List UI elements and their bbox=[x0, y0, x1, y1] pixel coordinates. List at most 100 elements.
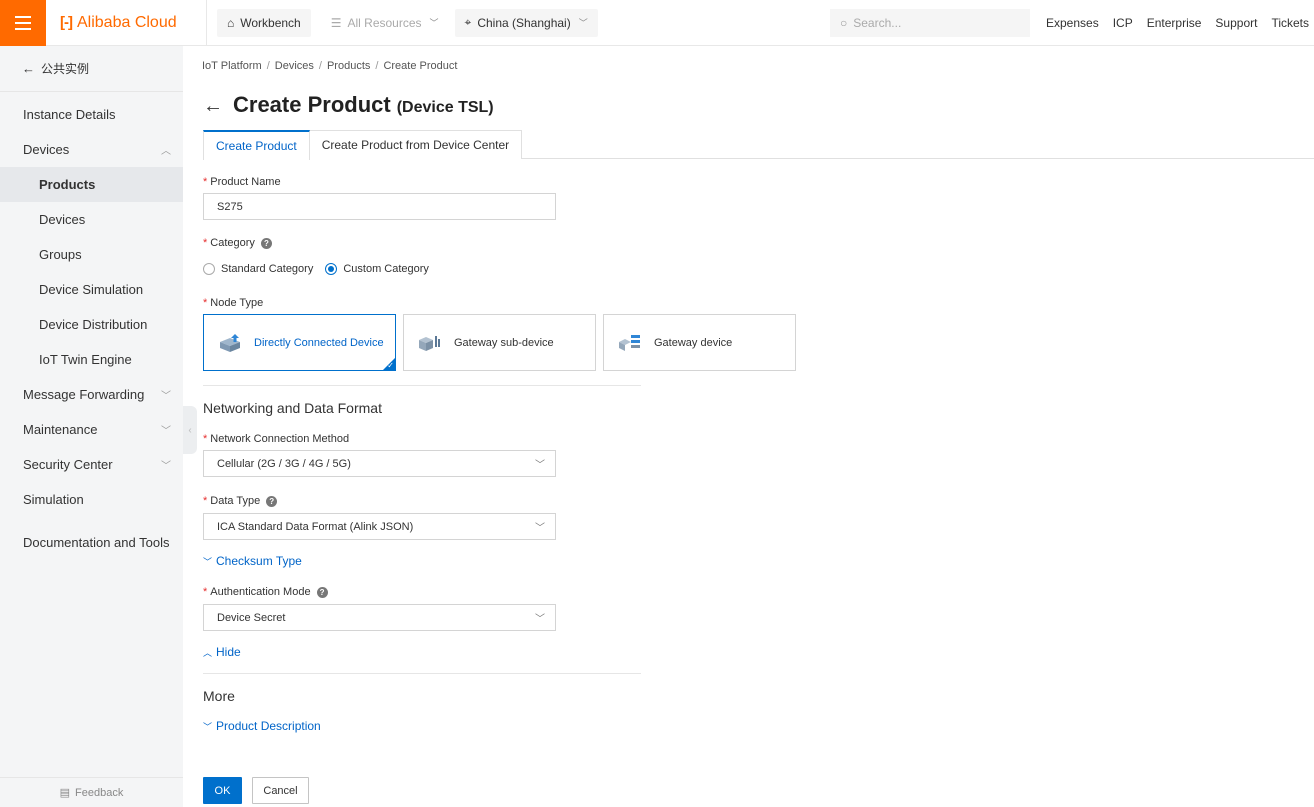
tab-create-product[interactable]: Create Product bbox=[203, 130, 310, 160]
help-icon[interactable]: ? bbox=[260, 237, 272, 249]
workbench-button[interactable]: ⌂ Workbench bbox=[217, 8, 311, 37]
sidebar-item-devices-group[interactable]: Devices ︿ bbox=[0, 132, 183, 167]
location-pin-icon: ⌖ bbox=[464, 15, 472, 29]
sidebar-item-label: Documentation and Tools bbox=[23, 535, 170, 550]
chevron-down-icon: ﹀ bbox=[535, 614, 545, 625]
data-type-label: * Data Type ? bbox=[203, 495, 278, 507]
tab-create-from-device-center[interactable]: Create Product from Device Center bbox=[308, 130, 523, 159]
sidebar-item-label: IoT Twin Engine bbox=[39, 352, 132, 367]
product-name-label: * Product Name bbox=[203, 176, 281, 188]
sidebar-item-device-distribution[interactable]: Device Distribution bbox=[0, 307, 183, 342]
back-arrow-icon[interactable]: ← bbox=[203, 95, 223, 118]
workbench-label: Workbench bbox=[240, 15, 301, 30]
more-section-title: More bbox=[203, 688, 235, 704]
all-resources-label: All Resources bbox=[347, 15, 422, 30]
sidebar-item-label: Device Distribution bbox=[39, 317, 148, 332]
sidebar-item-device-simulation[interactable]: Device Simulation bbox=[0, 272, 183, 307]
global-search-input[interactable]: ○ Search... bbox=[830, 9, 1030, 37]
node-card-direct-device[interactable]: Directly Connected Device ✓ bbox=[203, 314, 396, 371]
region-selector[interactable]: ⌖ China (Shanghai) ﹀ bbox=[454, 8, 598, 37]
breadcrumb-separator: / bbox=[266, 60, 270, 72]
feedback-button[interactable]: ▤ Feedback bbox=[0, 777, 183, 807]
help-icon[interactable]: ? bbox=[316, 586, 328, 598]
sidebar-item-devices[interactable]: Devices bbox=[0, 202, 183, 237]
topbar-links: Expenses ICP Enterprise Support Tickets bbox=[1046, 0, 1309, 46]
sidebar-item-simulation[interactable]: Simulation bbox=[0, 482, 183, 517]
sidebar-item-documentation[interactable]: Documentation and Tools bbox=[0, 525, 183, 560]
sidebar-item-message-forwarding[interactable]: Message Forwarding ﹀ bbox=[0, 377, 183, 412]
search-placeholder: Search... bbox=[853, 16, 902, 30]
support-link[interactable]: Support bbox=[1215, 16, 1257, 30]
networking-section-title: Networking and Data Format bbox=[203, 400, 382, 416]
radio-custom-category[interactable]: Custom Category bbox=[325, 263, 429, 275]
node-card-label: Gateway device bbox=[654, 336, 733, 349]
check-icon: ✓ bbox=[387, 361, 394, 370]
breadcrumb-devices[interactable]: Devices bbox=[275, 60, 314, 72]
sidebar-item-instance-details[interactable]: Instance Details bbox=[0, 97, 183, 132]
required-marker: * bbox=[203, 495, 208, 507]
chevron-down-icon: ﹀ bbox=[161, 461, 171, 472]
select-value: Device Secret bbox=[217, 611, 286, 624]
chevron-down-icon: ﹀ bbox=[203, 721, 213, 732]
sidebar-item-products[interactable]: Products bbox=[0, 167, 183, 202]
sidebar-item-label: Simulation bbox=[23, 492, 84, 507]
list-icon: ☰ bbox=[330, 15, 342, 30]
direct-device-icon bbox=[218, 333, 242, 353]
node-card-gateway-device[interactable]: Gateway device bbox=[603, 314, 796, 371]
tickets-link[interactable]: Tickets bbox=[1271, 16, 1309, 30]
sidebar-item-iot-twin-engine[interactable]: IoT Twin Engine bbox=[0, 342, 183, 377]
chevron-down-icon: ﹀ bbox=[429, 18, 439, 28]
expenses-link[interactable]: Expenses bbox=[1046, 16, 1099, 30]
cancel-button[interactable]: Cancel bbox=[252, 777, 309, 804]
main-content: IoT Platform / Devices / Products / Crea… bbox=[202, 46, 1314, 807]
section-divider bbox=[203, 673, 641, 674]
chevron-down-icon: ﹀ bbox=[578, 18, 588, 28]
network-connection-label-text: Network Connection Method bbox=[210, 433, 350, 445]
hamburger-menu-icon[interactable] bbox=[0, 0, 46, 46]
ok-button[interactable]: OK bbox=[203, 777, 242, 804]
breadcrumb-products[interactable]: Products bbox=[327, 60, 370, 72]
icp-link[interactable]: ICP bbox=[1113, 16, 1133, 30]
product-description-toggle[interactable]: ﹀ Product Description bbox=[203, 719, 321, 733]
sidebar-item-security-center[interactable]: Security Center ﹀ bbox=[0, 447, 183, 482]
gateway-subdevice-icon bbox=[418, 333, 442, 353]
sidebar-item-groups[interactable]: Groups bbox=[0, 237, 183, 272]
hide-toggle[interactable]: ︿ Hide bbox=[203, 645, 241, 659]
help-icon[interactable]: ? bbox=[266, 495, 278, 507]
chevron-down-icon: ﹀ bbox=[535, 460, 545, 471]
top-navigation-bar: [-] Alibaba Cloud ⌂ Workbench ☰ All Reso… bbox=[0, 0, 1314, 46]
node-card-label: Directly Connected Device bbox=[254, 336, 384, 349]
sidebar: ← 公共实例 Instance Details Devices ︿ Produc… bbox=[0, 46, 183, 807]
radio-label: Custom Category bbox=[343, 263, 429, 275]
category-label-text: Category bbox=[210, 237, 255, 249]
authentication-mode-label-text: Authentication Mode bbox=[210, 586, 311, 598]
radio-standard-category[interactable]: Standard Category bbox=[203, 263, 313, 275]
sidebar-item-label: Devices bbox=[39, 212, 86, 227]
checksum-type-toggle[interactable]: ﹀ Checksum Type bbox=[203, 554, 302, 568]
search-icon: ○ bbox=[840, 16, 848, 30]
sidebar-item-label: Devices bbox=[23, 142, 70, 157]
product-name-input[interactable]: S275 bbox=[203, 193, 556, 220]
sidebar-item-maintenance[interactable]: Maintenance ﹀ bbox=[0, 412, 183, 447]
select-value: ICA Standard Data Format (Alink JSON) bbox=[217, 520, 414, 533]
arrow-left-icon: ← bbox=[22, 61, 35, 76]
chevron-down-icon: ﹀ bbox=[535, 523, 545, 534]
all-resources-dropdown[interactable]: ☰ All Resources ﹀ bbox=[321, 9, 449, 37]
node-card-gateway-subdevice[interactable]: Gateway sub-device bbox=[403, 314, 596, 371]
sidebar-collapse-handle[interactable]: ‹ bbox=[183, 406, 197, 454]
enterprise-link[interactable]: Enterprise bbox=[1147, 16, 1202, 30]
authentication-mode-select[interactable]: Device Secret ﹀ bbox=[203, 604, 556, 631]
sidebar-item-label: Device Simulation bbox=[39, 282, 144, 297]
sidebar-item-label: Message Forwarding bbox=[23, 387, 145, 402]
radio-label: Standard Category bbox=[221, 263, 314, 275]
breadcrumb-iot-platform[interactable]: IoT Platform bbox=[202, 60, 262, 72]
feedback-label: Feedback bbox=[75, 786, 124, 799]
network-connection-select[interactable]: Cellular (2G / 3G / 4G / 5G) ﹀ bbox=[203, 450, 556, 477]
data-type-select[interactable]: ICA Standard Data Format (Alink JSON) ﹀ bbox=[203, 513, 556, 540]
alibaba-cloud-logo[interactable]: [-] Alibaba Cloud bbox=[46, 0, 198, 46]
back-to-instances[interactable]: ← 公共实例 bbox=[0, 46, 183, 92]
sidebar-item-label: Instance Details bbox=[23, 107, 116, 122]
chevron-up-icon: ︿ bbox=[161, 146, 171, 157]
data-type-label-text: Data Type bbox=[210, 495, 261, 507]
region-label: China (Shanghai) bbox=[477, 15, 571, 30]
